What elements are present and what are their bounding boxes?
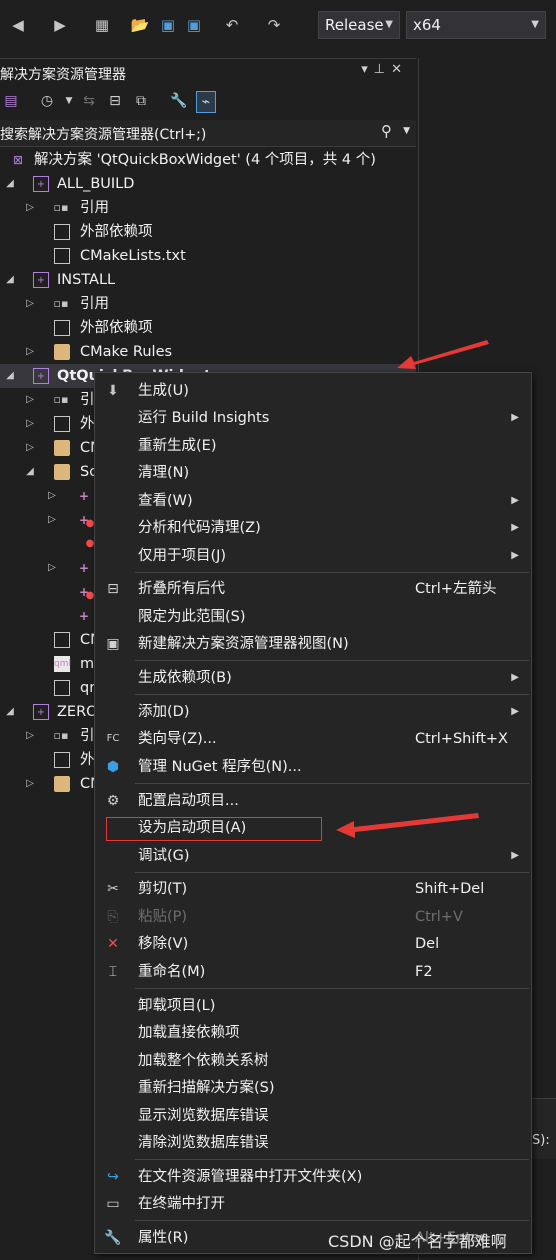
annotation-arrow-menu [336, 813, 479, 838]
watermark-text: CSDN @起个名字都难啊 [328, 1232, 507, 1251]
annotation-arrows [336, 340, 489, 838]
annotation-arrow-tree [397, 340, 489, 369]
